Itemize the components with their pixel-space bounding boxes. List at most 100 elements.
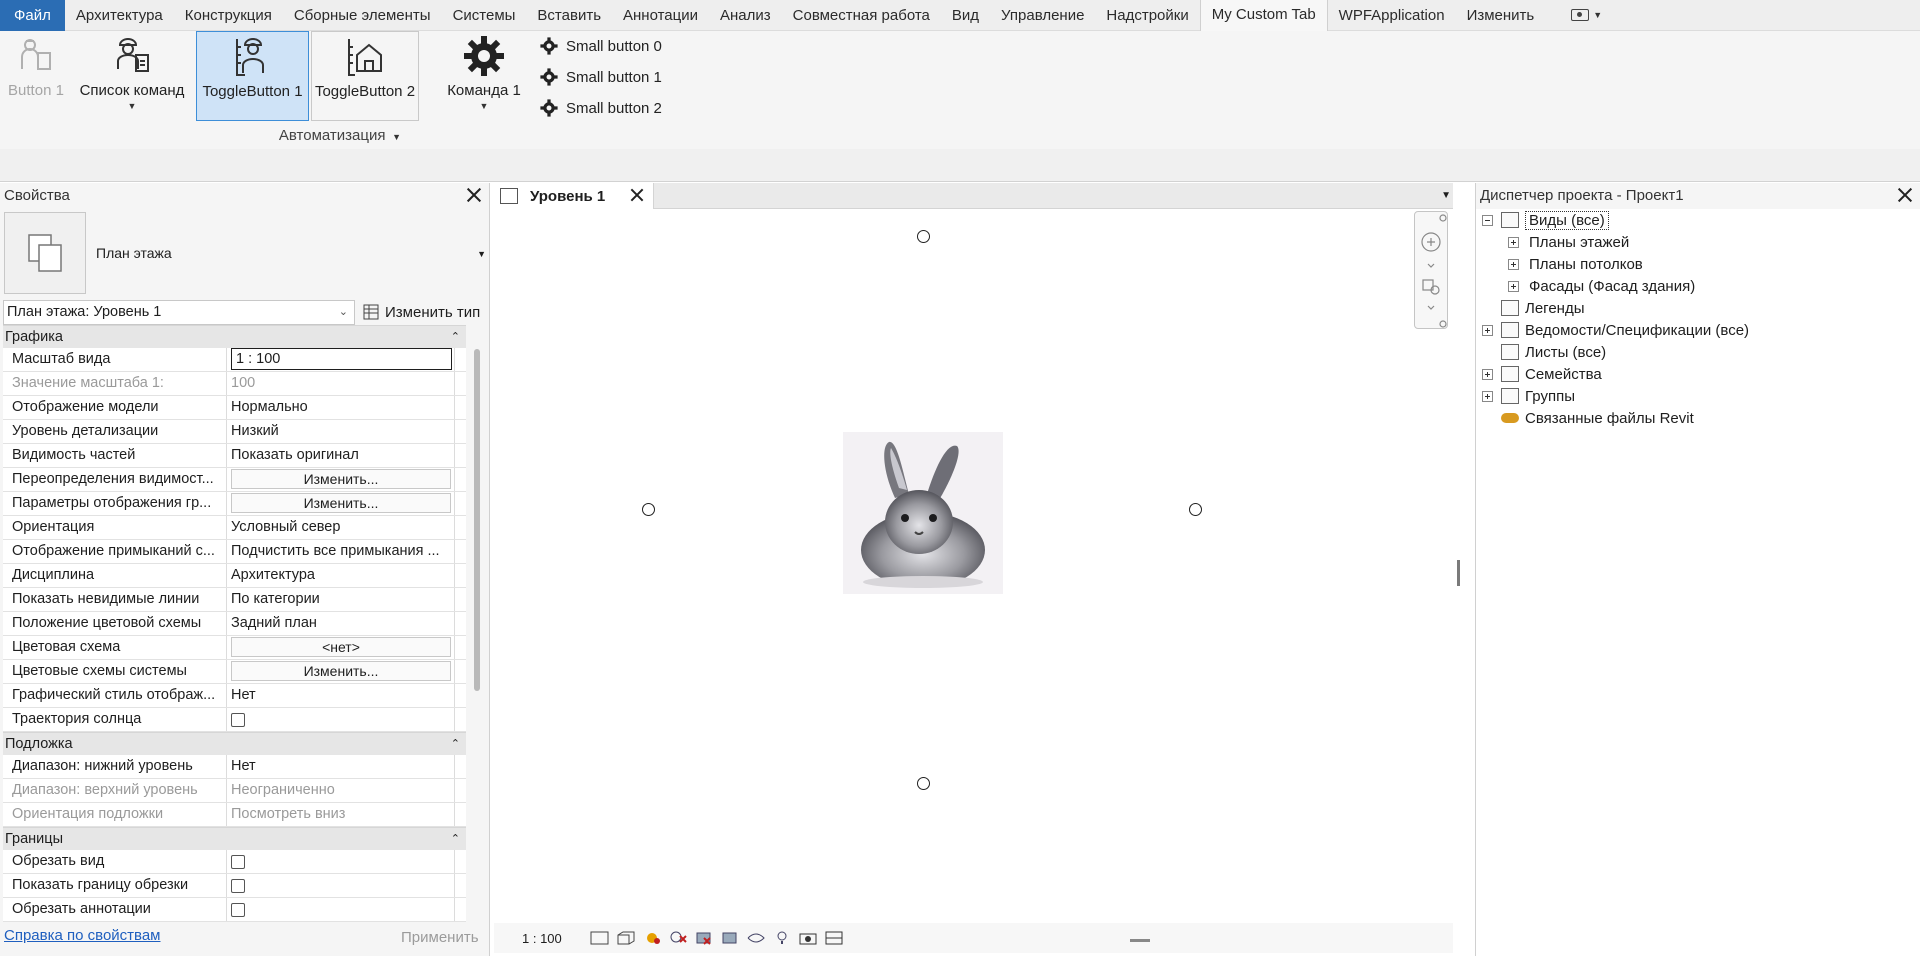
instance-filter-select[interactable]: План этажа: Уровень 1 ⌄ [3, 299, 355, 325]
small-button-2[interactable]: Small button 2 [540, 96, 662, 120]
expand-icon[interactable] [1482, 390, 1493, 402]
crop-view-checkbox[interactable] [231, 855, 245, 869]
tab-architecture[interactable]: Архитектура [65, 0, 174, 31]
prop-value[interactable]: Низкий [227, 420, 454, 443]
tab-view[interactable]: Вид [941, 0, 990, 31]
view-scale-label[interactable]: 1 : 100 [522, 931, 562, 946]
ribbon-display-toggle[interactable]: ▼ [1571, 9, 1602, 21]
edit-visibility-overrides-button[interactable]: Изменить... [231, 469, 451, 489]
prop-value[interactable]: Подчистить все примыкания ... [227, 540, 454, 563]
crop-region-visible-checkbox[interactable] [231, 879, 245, 893]
edit-graphic-display-button[interactable]: Изменить... [231, 493, 451, 513]
tree-node-ceiling-plans[interactable]: Планы потолков [1476, 253, 1916, 275]
tab-wpf-application[interactable]: WPFApplication [1328, 0, 1456, 31]
drawing-view[interactable]: Уровень 1 ▼ 1: 100 [494, 183, 1460, 956]
horizontal-scroll-handle[interactable] [1130, 939, 1150, 942]
system-color-schemes-button[interactable]: Изменить... [231, 661, 451, 681]
tree-node-elevations[interactable]: Фасады (Фасад здания) [1476, 275, 1916, 297]
command-1-button[interactable]: Команда 1 ▼ [442, 31, 526, 121]
small-button-0[interactable]: Small button 0 [540, 34, 662, 58]
prop-value[interactable]: Архитектура [227, 564, 454, 587]
expand-icon[interactable] [1482, 368, 1493, 380]
tab-systems[interactable]: Системы [442, 0, 527, 31]
type-selector[interactable]: План этажа ▼ [4, 211, 488, 295]
command-list-button[interactable]: Список команд ▼ [76, 31, 188, 121]
camera-icon[interactable] [798, 930, 818, 946]
expand-icon[interactable] [1508, 258, 1519, 270]
expand-icon[interactable] [1482, 324, 1493, 336]
shadows-icon[interactable] [668, 930, 688, 946]
elevation-marker-west[interactable] [642, 503, 655, 516]
tab-structure[interactable]: Конструкция [174, 0, 283, 31]
close-icon[interactable] [1896, 186, 1914, 204]
show-crop-region-icon[interactable] [720, 930, 740, 946]
tab-my-custom-tab[interactable]: My Custom Tab [1199, 0, 1328, 31]
prop-value[interactable]: 1 : 100 [227, 348, 454, 371]
collapse-icon: ⌃ [450, 331, 460, 343]
panel-title-automation[interactable]: Автоматизация ▼ [270, 127, 410, 144]
view-tabs-menu-icon[interactable]: ▼ [1441, 190, 1451, 201]
tab-level-1[interactable]: Уровень 1 [494, 183, 654, 209]
sun-path-icon[interactable] [642, 930, 662, 946]
edit-type-button[interactable]: Изменить тип [363, 304, 480, 321]
properties-help-link[interactable]: Справка по свойствам [4, 927, 161, 944]
properties-grid: Графика ⌃ Масштаб вида 1 : 100 Значение ма… [3, 325, 466, 922]
annotation-crop-checkbox[interactable] [231, 903, 245, 917]
tree-node-groups[interactable]: Группы [1476, 385, 1916, 407]
prop-value[interactable]: Условный север [227, 516, 454, 539]
tab-file[interactable]: Файл [0, 0, 65, 31]
prop-value[interactable]: Нормально [227, 396, 454, 419]
section-extents[interactable]: Границы ⌃ [3, 827, 466, 850]
tab-collaborate[interactable]: Совместная работа [782, 0, 941, 31]
small-button-1[interactable]: Small button 1 [540, 65, 662, 89]
visual-style-icon[interactable] [616, 930, 636, 946]
button-1[interactable]: Button 1 [2, 31, 70, 121]
collapse-icon[interactable] [1482, 214, 1493, 226]
tree-node-legends[interactable]: Легенды [1476, 297, 1916, 319]
tab-insert[interactable]: Вставить [526, 0, 612, 31]
tab-addins[interactable]: Надстройки [1095, 0, 1199, 31]
section-graphics[interactable]: Графика ⌃ [3, 325, 466, 348]
section-underlay[interactable]: Подложка ⌃ [3, 732, 466, 755]
prop-value[interactable]: Показать оригинал [227, 444, 454, 467]
tree-node-floor-plans[interactable]: Планы этажей [1476, 231, 1916, 253]
elevation-marker-south[interactable] [917, 777, 930, 790]
temporary-hide-icon[interactable] [746, 930, 766, 946]
view-scale-input[interactable]: 1 : 100 [231, 348, 452, 370]
prop-value[interactable]: По категории [227, 588, 454, 611]
prop-value[interactable]: Нет [227, 755, 454, 778]
apply-button[interactable]: Применить [401, 929, 479, 946]
tree-node-families[interactable]: Семейства [1476, 363, 1916, 385]
properties-scrollbar[interactable] [474, 349, 480, 691]
sun-path-checkbox[interactable] [231, 713, 245, 727]
lightbulb-icon[interactable] [772, 930, 792, 946]
elevation-marker-north[interactable] [917, 230, 930, 243]
prop-value[interactable]: Задний план [227, 612, 454, 635]
reveal-hidden-icon[interactable] [824, 930, 844, 946]
elevation-marker-east[interactable] [1189, 503, 1202, 516]
detail-level-icon[interactable] [590, 930, 610, 946]
tab-analyze[interactable]: Анализ [709, 0, 782, 31]
navigation-bar[interactable] [1414, 211, 1448, 329]
crop-view-icon[interactable] [694, 930, 714, 946]
color-scheme-button[interactable]: <нет> [231, 637, 451, 657]
tab-annotate[interactable]: Аннотации [612, 0, 709, 31]
prop-row: Траектория солнца [3, 708, 466, 732]
tree-node-revit-links[interactable]: Связанные файлы Revit [1476, 407, 1916, 429]
toggle-button-2[interactable]: ToggleButton 2 [311, 31, 419, 121]
tab-modify[interactable]: Изменить [1456, 0, 1546, 31]
tab-precast[interactable]: Сборные элементы [283, 0, 442, 31]
tree-node-sheets[interactable]: Листы (все) [1476, 341, 1916, 363]
rabbit-image[interactable] [843, 432, 1003, 594]
prop-value[interactable]: Нет [227, 684, 454, 707]
expand-icon[interactable] [1508, 236, 1519, 248]
expand-icon[interactable] [1508, 280, 1519, 292]
tab-manage[interactable]: Управление [990, 0, 1095, 31]
tree-node-schedules[interactable]: Ведомости/Спецификации (все) [1476, 319, 1916, 341]
close-icon[interactable] [465, 186, 483, 204]
toggle-button-1[interactable]: ToggleButton 1 [196, 31, 309, 121]
view-scrollbar[interactable] [1457, 560, 1460, 586]
close-icon[interactable] [629, 187, 645, 203]
tree-node-views[interactable]: Виды (все) [1476, 209, 1916, 231]
prop-key: Ориентация [3, 516, 227, 539]
